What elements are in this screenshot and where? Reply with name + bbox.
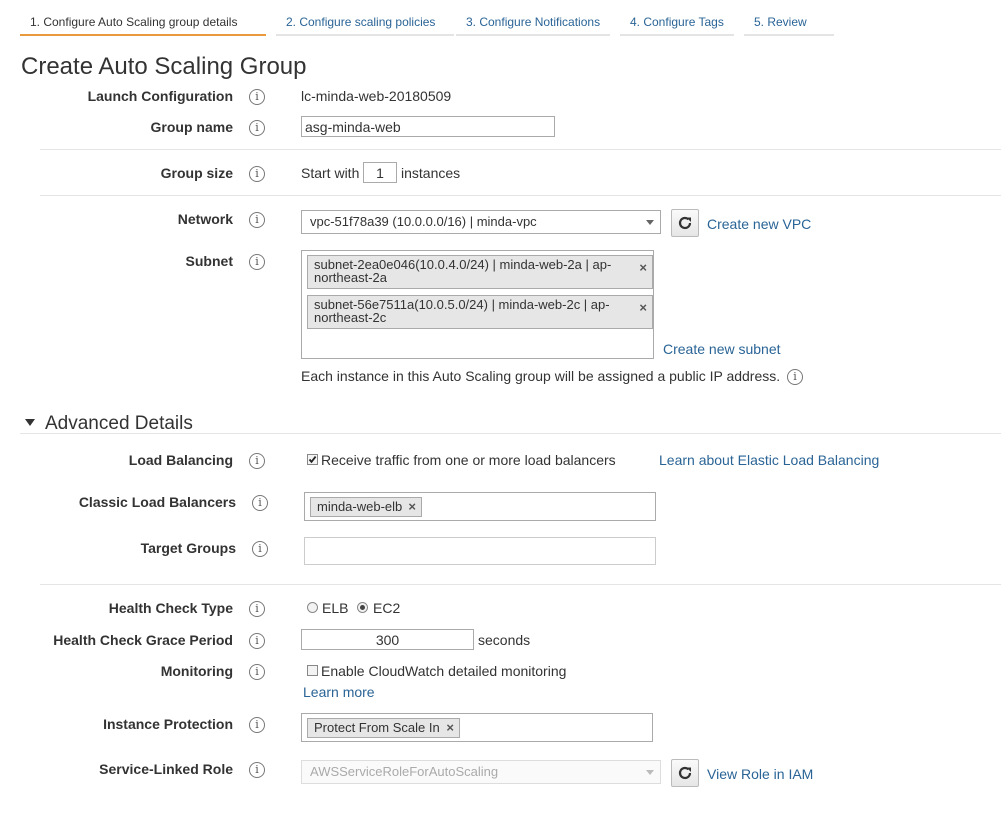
target-groups-label: Target Groups [140,540,236,556]
subnet-chip: subnet-2ea0e046(10.0.4.0/24) | minda-web… [307,255,653,289]
info-icon[interactable]: i [249,254,265,270]
radio-elb[interactable] [307,602,318,613]
advanced-details-heading[interactable]: Advanced Details [45,413,193,435]
remove-icon[interactable]: × [446,719,454,737]
tab-review[interactable]: 5. Review [744,8,834,36]
subnet-chip-line2: northeast-2c [314,310,387,325]
divider [40,195,1001,196]
info-icon[interactable]: i [249,120,265,136]
service-role-select[interactable]: AWSServiceRoleForAutoScaling [301,760,661,784]
subnet-label: Subnet [185,253,233,269]
instance-protection-label: Instance Protection [103,716,233,732]
info-icon[interactable]: i [249,664,265,680]
tab-notifications[interactable]: 3. Configure Notifications [456,8,610,36]
info-icon[interactable]: i [787,369,803,385]
chevron-down-icon [646,220,654,225]
caret-down-icon[interactable] [25,419,35,426]
group-size-input[interactable] [363,162,397,183]
instance-protection-input[interactable]: Protect From Scale In × [301,713,653,742]
group-name-input[interactable] [301,116,555,137]
info-icon[interactable]: i [249,453,265,469]
launch-config-label: Launch Configuration [87,88,233,104]
refresh-icon [678,766,692,780]
tab-configure-details[interactable]: 1. Configure Auto Scaling group details [20,8,266,36]
remove-icon[interactable]: × [639,261,647,274]
radio-selected-dot [360,605,365,610]
monitoring-learn-more-link[interactable]: Learn more [303,684,375,700]
public-ip-note: Each instance in this Auto Scaling group… [301,368,781,384]
tab-tags[interactable]: 4. Configure Tags [620,8,734,36]
classic-lb-input[interactable]: minda-web-elb × [304,492,656,521]
info-icon[interactable]: i [252,541,268,557]
group-size-prefix: Start with [301,165,360,181]
radio-elb-label[interactable]: ELB [322,600,348,616]
grace-period-suffix: seconds [478,632,531,648]
group-name-label: Group name [150,119,233,135]
info-icon[interactable]: i [249,89,265,105]
learn-elb-link[interactable]: Learn about Elastic Load Balancing [659,452,879,468]
info-icon[interactable]: i [249,601,265,617]
network-value: vpc-51f78a39 (10.0.0.0/16) | minda-vpc [310,214,537,229]
subnet-chip-line2: northeast-2a [314,270,387,285]
group-size-label: Group size [160,165,233,181]
launch-config-value: lc-minda-web-20180509 [301,88,452,104]
info-icon[interactable]: i [249,166,265,182]
remove-icon[interactable]: × [408,498,416,516]
view-role-iam-link[interactable]: View Role in IAM [707,766,813,782]
service-role-value: AWSServiceRoleForAutoScaling [310,764,499,779]
info-icon[interactable]: i [249,762,265,778]
health-check-type-label: Health Check Type [108,600,233,616]
load-balancing-checkbox[interactable] [307,454,318,465]
load-balancing-checkbox-label[interactable]: Receive traffic from one or more load ba… [321,452,616,468]
divider [40,584,1001,585]
radio-ec2[interactable] [357,602,368,613]
target-groups-input[interactable] [304,537,656,565]
group-size-suffix: instances [401,165,461,181]
network-label: Network [177,211,233,227]
classic-lb-label: Classic Load Balancers [78,494,236,510]
refresh-icon [678,216,692,230]
info-icon[interactable]: i [249,633,265,649]
create-subnet-link[interactable]: Create new subnet [663,341,781,357]
refresh-network-button[interactable] [671,209,699,237]
classic-lb-chip-label: minda-web-elb [317,499,403,514]
monitoring-checkbox[interactable] [307,665,318,676]
instance-protection-chip: Protect From Scale In × [307,718,460,738]
chevron-down-icon [646,770,654,775]
tab-scaling-policies[interactable]: 2. Configure scaling policies [276,8,454,36]
classic-lb-chip: minda-web-elb × [310,497,422,517]
subnet-multiselect[interactable]: subnet-2ea0e046(10.0.4.0/24) | minda-web… [301,250,654,359]
remove-icon[interactable]: × [639,301,647,314]
grace-period-label: Health Check Grace Period [53,632,233,648]
check-icon [308,456,317,464]
radio-ec2-label[interactable]: EC2 [373,600,400,616]
service-role-label: Service-Linked Role [99,761,233,777]
refresh-role-button[interactable] [671,759,699,787]
create-vpc-link[interactable]: Create new VPC [707,216,811,232]
monitoring-checkbox-label[interactable]: Enable CloudWatch detailed monitoring [321,663,566,679]
divider [40,149,1001,150]
monitoring-label: Monitoring [160,663,233,679]
page-title: Create Auto Scaling Group [21,53,307,80]
info-icon[interactable]: i [249,212,265,228]
load-balancing-label: Load Balancing [128,452,233,468]
subnet-chip: subnet-56e7511a(10.0.5.0/24) | minda-web… [307,295,653,329]
grace-period-input[interactable] [301,629,474,650]
divider [20,433,1001,434]
info-icon[interactable]: i [252,495,268,511]
info-icon[interactable]: i [249,717,265,733]
network-select[interactable]: vpc-51f78a39 (10.0.0.0/16) | minda-vpc [301,210,661,234]
instance-protection-chip-label: Protect From Scale In [314,720,440,735]
